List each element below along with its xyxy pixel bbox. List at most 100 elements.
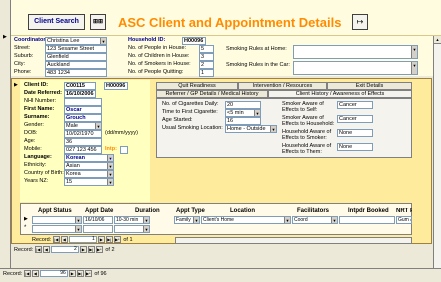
chevron-down-icon[interactable]: ▼ bbox=[284, 217, 290, 223]
new-appt-status-select[interactable]: ▼ bbox=[32, 225, 82, 233]
record-number-field[interactable]: 2 bbox=[50, 246, 79, 254]
exit-icon[interactable]: ↦ bbox=[352, 14, 368, 30]
new-appt-duration-select[interactable]: ▼ bbox=[114, 225, 150, 233]
appt-status-select[interactable]: ▼ bbox=[32, 216, 82, 224]
col-intpdr-booked: Intpdr Booked bbox=[348, 208, 389, 214]
chevron-down-icon[interactable]: ▼ bbox=[107, 171, 113, 177]
city-field[interactable]: Auckland bbox=[45, 61, 107, 69]
smoking-location-value: Home - Outside bbox=[227, 126, 266, 132]
appt-type-select[interactable]: Family ▼ bbox=[174, 216, 200, 224]
age-started-field[interactable]: 16 bbox=[225, 117, 261, 125]
new-record-button[interactable]: ▶* bbox=[84, 270, 92, 278]
prev-record-button[interactable]: ◀ bbox=[31, 270, 39, 278]
chevron-down-icon[interactable]: ▼ bbox=[331, 217, 337, 223]
date-referred-label: Date Referred: bbox=[24, 90, 62, 96]
chevron-down-icon[interactable]: ▼ bbox=[193, 217, 199, 223]
intp-checkbox[interactable] bbox=[120, 146, 128, 154]
chevron-down-icon[interactable]: ▼ bbox=[75, 217, 81, 223]
prev-record-button[interactable]: ◀ bbox=[42, 246, 50, 254]
ethnicity-select[interactable]: Asian ▼ bbox=[64, 162, 114, 170]
last-record-button[interactable]: ▶| bbox=[76, 270, 84, 278]
date-referred-field[interactable]: 16/10/2006 bbox=[64, 90, 96, 98]
chevron-down-icon[interactable]: ▼ bbox=[411, 46, 417, 58]
record-number-field[interactable]: 96 bbox=[39, 270, 68, 278]
last-record-button[interactable]: ▶| bbox=[105, 236, 113, 244]
first-cigarette-select[interactable]: <5 min ▼ bbox=[225, 109, 261, 117]
country-select[interactable]: Korea ▼ bbox=[64, 170, 114, 178]
next-record-button[interactable]: ▶ bbox=[97, 236, 105, 244]
next-record-button[interactable]: ▶ bbox=[79, 246, 87, 254]
binoculars-icon[interactable]: ⊞⊞ bbox=[90, 14, 106, 30]
chevron-down-icon[interactable]: ▼ bbox=[143, 217, 149, 223]
chevron-down-icon[interactable]: ▼ bbox=[107, 155, 113, 161]
chevron-down-icon[interactable]: ▼ bbox=[411, 62, 417, 74]
tab-intervention[interactable]: Intervention / Resources bbox=[238, 82, 327, 90]
first-record-button[interactable]: |◀ bbox=[52, 236, 60, 244]
chevron-down-icon[interactable]: ▼ bbox=[270, 126, 276, 132]
first-record-button[interactable]: |◀ bbox=[34, 246, 42, 254]
household-aware-smoker-field[interactable]: None bbox=[337, 129, 373, 137]
nhi-field[interactable] bbox=[64, 98, 102, 106]
new-record-button[interactable]: ▶* bbox=[113, 236, 121, 244]
last-record-button[interactable]: ▶| bbox=[87, 246, 95, 254]
next-record-button[interactable]: ▶ bbox=[68, 270, 76, 278]
col-appt-date: Appt Date bbox=[85, 208, 114, 214]
first-name-field[interactable]: Oscar bbox=[64, 106, 102, 114]
household-aware-them-field[interactable]: None bbox=[337, 143, 373, 151]
smokers-field[interactable]: 2 bbox=[199, 61, 214, 69]
record-count: of 2 bbox=[105, 247, 115, 253]
dob-field[interactable]: 10/02/1970 bbox=[64, 130, 102, 138]
age-label: Age: bbox=[24, 138, 36, 144]
chevron-down-icon[interactable]: ▼ bbox=[254, 110, 260, 116]
record-selector-column bbox=[0, 0, 11, 268]
people-field[interactable]: 5 bbox=[199, 45, 214, 53]
suburb-field[interactable]: Glenfield bbox=[45, 53, 107, 61]
tab-client-history[interactable]: Client History / Awareness of Effects bbox=[268, 90, 412, 98]
chevron-down-icon[interactable]: ▼ bbox=[100, 38, 106, 44]
col-appt-status: Appt Status bbox=[38, 208, 72, 214]
client-record-marker: ▶ bbox=[14, 82, 18, 88]
phone-label: Phone: bbox=[14, 69, 32, 75]
appt-horizontal-scrollbar[interactable] bbox=[175, 237, 412, 244]
appt-date-cell[interactable]: 16/10/06 bbox=[83, 216, 113, 224]
first-record-button[interactable]: |◀ bbox=[23, 270, 31, 278]
smoking-location-select[interactable]: Home - Outside ▼ bbox=[225, 125, 277, 133]
tab-referrer[interactable]: Referrer / GP Details / Medical History bbox=[156, 90, 268, 98]
rules-home-field[interactable]: ▼ bbox=[293, 45, 418, 59]
gender-select[interactable]: Male ▼ bbox=[64, 122, 102, 130]
country-value: Korea bbox=[66, 171, 81, 177]
rules-car-field[interactable]: ▼ bbox=[293, 61, 418, 75]
quitting-field[interactable]: 1 bbox=[199, 69, 214, 77]
new-appt-date-cell[interactable] bbox=[83, 225, 113, 233]
chevron-down-icon[interactable]: ▼ bbox=[143, 226, 149, 232]
household-id-label: Household ID: bbox=[128, 37, 166, 43]
appt-duration-select[interactable]: 10-30 min ▼ bbox=[114, 216, 150, 224]
aware-self-field[interactable]: Cancer bbox=[337, 101, 373, 109]
street-field[interactable]: 123 Sesame Street bbox=[45, 45, 107, 53]
years-nz-select[interactable]: 15 ▼ bbox=[64, 178, 114, 186]
appt-facilitators-select[interactable]: Coord ▼ bbox=[292, 216, 338, 224]
phone-field[interactable]: 483 1234 bbox=[45, 69, 107, 77]
language-select[interactable]: Korean ▼ bbox=[64, 154, 114, 162]
appt-location-select[interactable]: Client's Home ▼ bbox=[201, 216, 291, 224]
tab-quit-readiness[interactable]: Quit Readiness bbox=[156, 82, 238, 90]
vertical-scrollbar[interactable]: ▲ bbox=[433, 36, 441, 268]
surname-field[interactable]: Grouch bbox=[64, 114, 102, 122]
prev-record-button[interactable]: ◀ bbox=[60, 236, 68, 244]
appt-intpdr-cell[interactable] bbox=[339, 216, 395, 224]
client-search-button[interactable]: Client Search bbox=[28, 14, 85, 30]
children-field[interactable]: 3 bbox=[199, 53, 214, 61]
cigarettes-field[interactable]: 20 bbox=[225, 101, 261, 109]
mobile-field[interactable]: 027 123 456 bbox=[64, 146, 102, 154]
coordinator-select[interactable]: Christina Lee ▼ bbox=[45, 37, 107, 45]
chevron-down-icon[interactable]: ▼ bbox=[75, 226, 81, 232]
tab-exit-details[interactable]: Exit Details bbox=[327, 82, 412, 90]
scroll-up-icon[interactable]: ▲ bbox=[434, 36, 441, 44]
aware-household-field[interactable]: Cancer bbox=[337, 115, 373, 123]
chevron-down-icon[interactable]: ▼ bbox=[107, 163, 113, 169]
chevron-down-icon[interactable]: ▼ bbox=[107, 179, 113, 185]
record-number-field[interactable]: 1 bbox=[68, 236, 97, 244]
chevron-down-icon[interactable]: ▼ bbox=[95, 123, 101, 129]
new-record-button[interactable]: ▶* bbox=[95, 246, 103, 254]
appt-nrt-cell[interactable]: Gum & Patches bbox=[396, 216, 412, 224]
